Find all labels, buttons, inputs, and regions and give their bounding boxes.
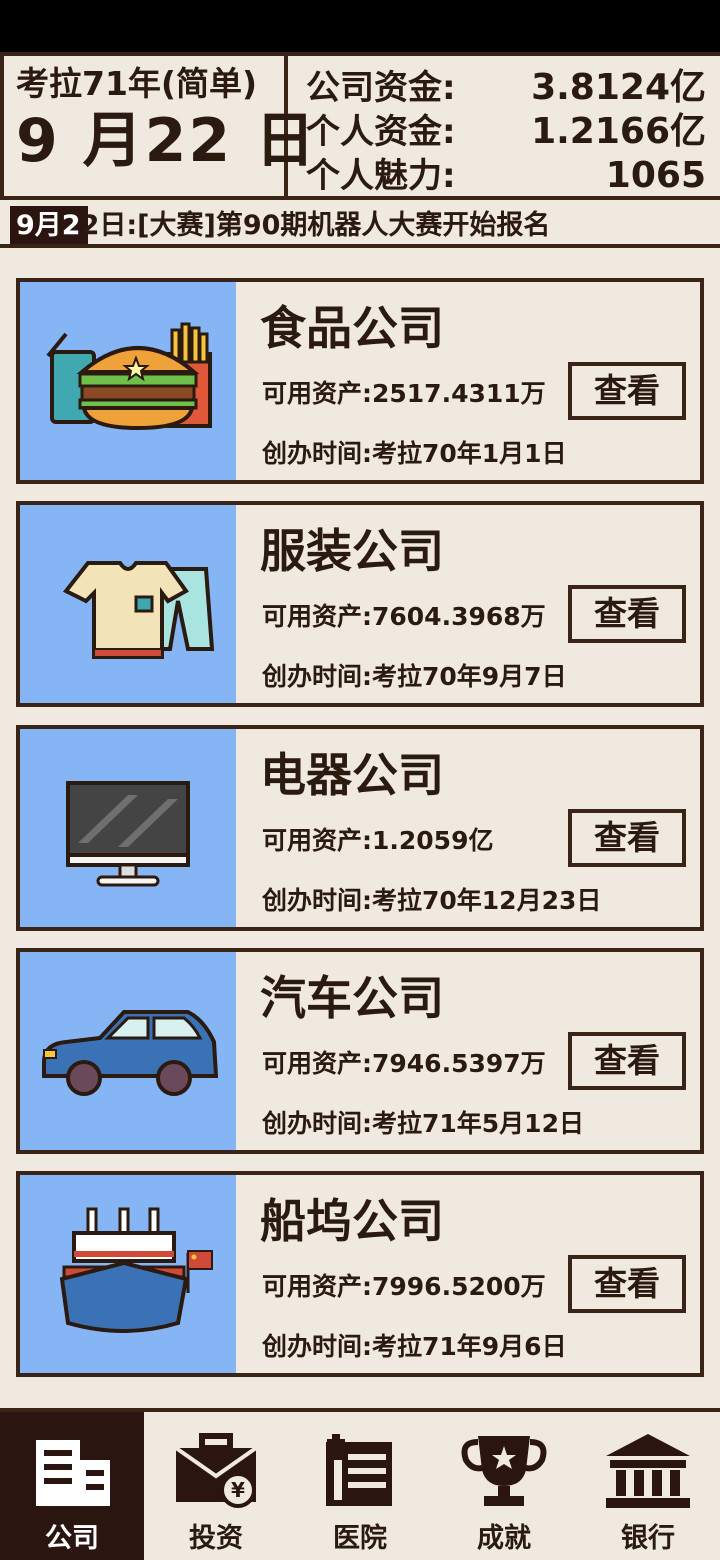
nav-item-company[interactable]: 公司 — [0, 1412, 144, 1560]
company-card-clothing: 服装公司 可用资产:7604.3968万 创办时间:考拉70年9月7日 查看 — [16, 501, 704, 707]
view-button[interactable]: 查看 — [568, 1255, 686, 1313]
svg-text:¥: ¥ — [231, 1478, 245, 1502]
company-thumb — [20, 729, 236, 927]
ticker-message: 2日:[大赛]第90期机器人大赛开始报名 — [80, 210, 551, 241]
company-assets: 可用资产:2517.4311万 — [262, 379, 546, 408]
ticker-text: 9月22日:[大赛]第90期机器人大赛开始报名 — [16, 206, 551, 244]
year-label: 考拉71年(简单) — [16, 64, 258, 103]
nav-label: 投资 — [189, 1523, 243, 1554]
view-button[interactable]: 查看 — [568, 1032, 686, 1090]
bottom-nav: 公司 ¥ 投资 医院 成就 银行 — [0, 1408, 720, 1560]
company-name: 船坞公司 — [260, 1194, 444, 1248]
company-building-icon — [36, 1440, 110, 1506]
company-founded: 创办时间:考拉71年9月6日 — [262, 1332, 567, 1361]
company-card-electronics: 电器公司 可用资产:1.2059亿 创办时间:考拉70年12月23日 查看 — [16, 725, 704, 931]
stat-label: 个人魅力: — [306, 156, 456, 196]
ship-icon — [59, 1207, 213, 1333]
company-assets: 可用资产:7604.3968万 — [262, 602, 546, 631]
hospital-icon — [326, 1434, 392, 1506]
company-card-food: 食品公司 可用资产:2517.4311万 创办时间:考拉70年1月1日 查看 — [16, 278, 704, 484]
view-button[interactable]: 查看 — [568, 809, 686, 867]
news-ticker: 9月22日:[大赛]第90期机器人大赛开始报名 — [0, 206, 720, 248]
stat-value: 3.8124亿 — [531, 67, 706, 108]
company-card-car: 汽车公司 可用资产:7946.5397万 创办时间:考拉71年5月12日 查看 — [16, 948, 704, 1154]
company-name: 汽车公司 — [260, 971, 444, 1025]
car-icon — [42, 1010, 218, 1096]
nav-item-hospital[interactable]: 医院 — [288, 1412, 432, 1560]
ticker-prefix: 9月2 — [16, 210, 81, 241]
nav-item-investment[interactable]: ¥ 投资 — [144, 1412, 288, 1560]
view-button[interactable]: 查看 — [568, 362, 686, 420]
company-founded: 创办时间:考拉71年5月12日 — [262, 1109, 584, 1138]
trophy-icon — [461, 1436, 547, 1506]
stat-value: 1.2166亿 — [531, 111, 706, 152]
bank-icon — [606, 1434, 690, 1508]
status-bar — [0, 0, 720, 52]
nav-item-bank[interactable]: 银行 — [576, 1412, 720, 1560]
stat-label: 个人资金: — [306, 112, 456, 152]
nav-label: 成就 — [477, 1523, 531, 1554]
company-thumb — [20, 1175, 236, 1373]
nav-label: 医院 — [333, 1523, 387, 1554]
company-thumb — [20, 282, 236, 480]
company-assets: 可用资产:7996.5200万 — [262, 1272, 546, 1301]
company-assets: 可用资产:1.2059亿 — [262, 826, 494, 855]
monitor-icon — [66, 781, 190, 887]
company-name: 食品公司 — [260, 301, 444, 355]
stat-personal-funds: 个人资金: 1.2166亿 — [306, 110, 706, 154]
food-icon — [46, 322, 212, 431]
company-assets: 可用资产:7946.5397万 — [262, 1049, 546, 1078]
nav-item-achievements[interactable]: 成就 — [432, 1412, 576, 1560]
stat-company-funds: 公司资金: 3.8124亿 — [306, 66, 706, 110]
clothing-icon — [62, 561, 215, 659]
date-box: 考拉71年(简单) 9 月22 日 — [0, 56, 318, 196]
stat-label: 公司资金: — [306, 68, 456, 108]
company-name: 服装公司 — [260, 524, 444, 578]
company-founded: 创办时间:考拉70年9月7日 — [262, 662, 567, 691]
current-date: 9 月22 日 — [16, 106, 318, 176]
company-card-shipyard: 船坞公司 可用资产:7996.5200万 创办时间:考拉71年9月6日 查看 — [16, 1171, 704, 1377]
stat-charisma: 个人魅力: 1065 — [306, 154, 706, 198]
company-founded: 创办时间:考拉70年1月1日 — [262, 439, 567, 468]
company-thumb — [20, 505, 236, 703]
view-button[interactable]: 查看 — [568, 585, 686, 643]
company-founded: 创办时间:考拉70年12月23日 — [262, 886, 602, 915]
company-name: 电器公司 — [260, 748, 444, 802]
nav-label: 公司 — [45, 1523, 99, 1554]
header-panel: 考拉71年(简单) 9 月22 日 公司资金: 3.8124亿 个人资金: 1.… — [0, 52, 720, 200]
stats-panel: 公司资金: 3.8124亿 个人资金: 1.2166亿 个人魅力: 1065 — [288, 56, 720, 196]
stat-value: 1065 — [605, 155, 706, 196]
nav-label: 银行 — [621, 1523, 675, 1554]
briefcase-icon: ¥ — [174, 1433, 258, 1508]
company-thumb — [20, 952, 236, 1150]
